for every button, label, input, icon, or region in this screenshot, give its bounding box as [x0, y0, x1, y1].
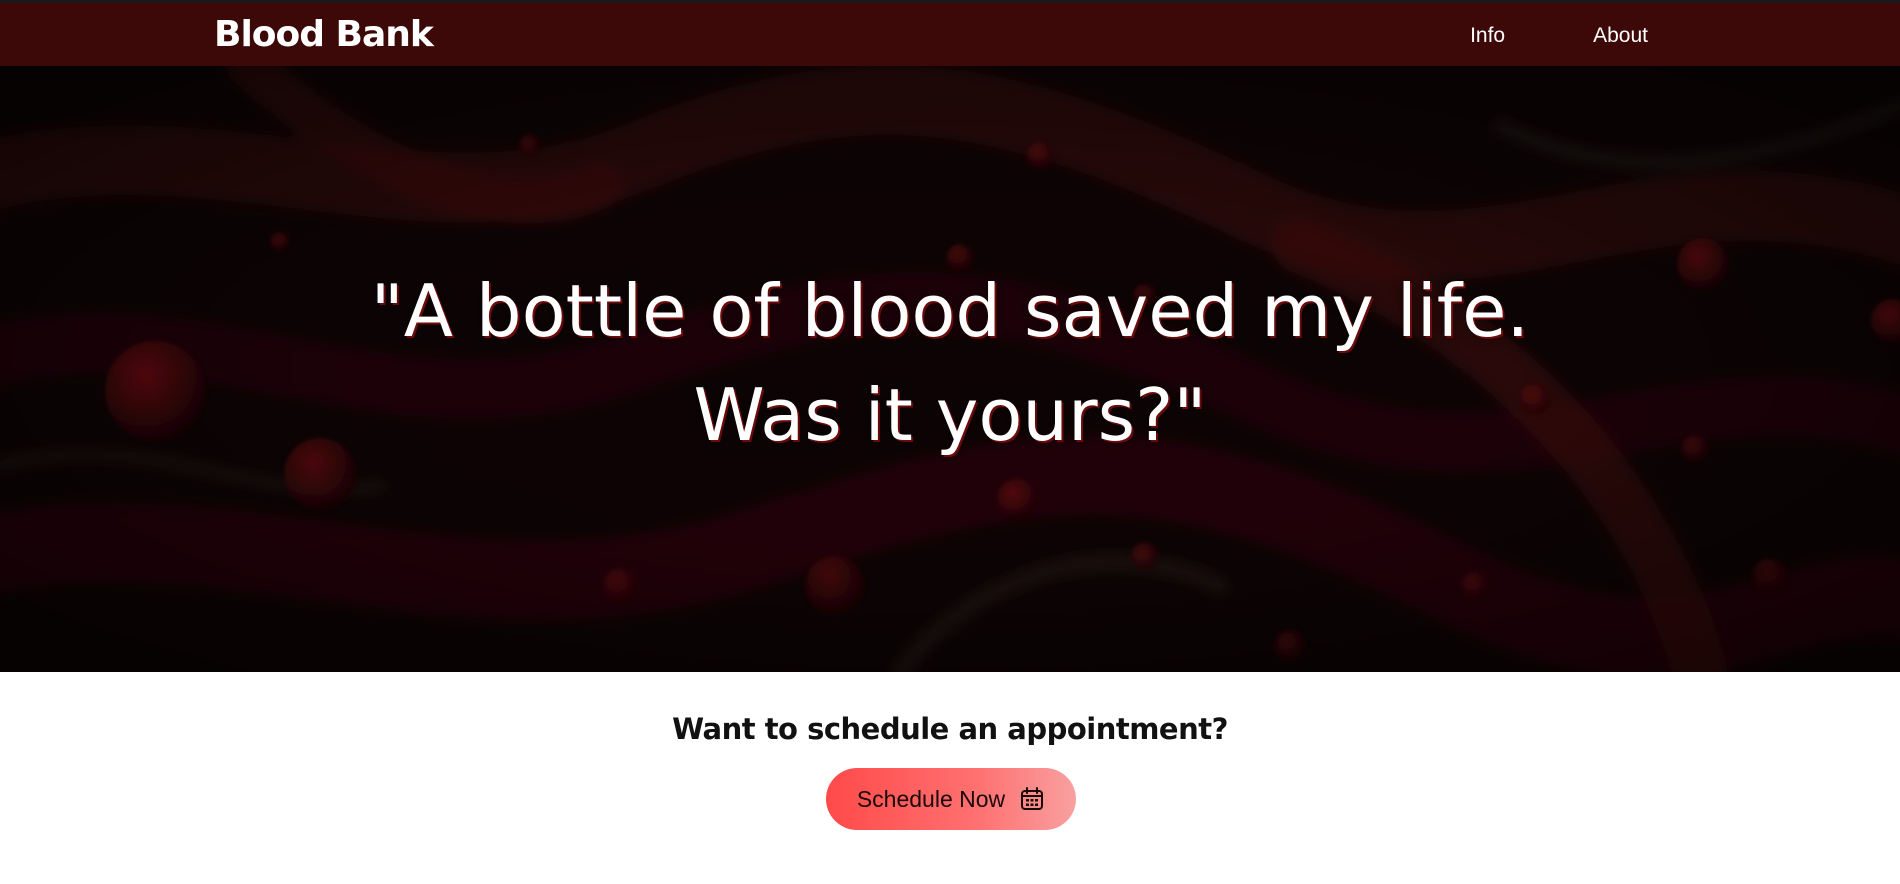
hero-quote-line-1: "A bottle of blood saved my life.	[370, 269, 1530, 353]
hero-banner: "A bottle of blood saved my life. Was it…	[0, 66, 1900, 672]
appointment-section: Want to schedule an appointment? Schedul…	[0, 672, 1900, 884]
schedule-now-label: Schedule Now	[856, 785, 1006, 812]
schedule-now-button[interactable]: Schedule Now	[826, 768, 1076, 830]
brand-logo[interactable]: Blood Bank	[214, 13, 434, 57]
navbar: Blood Bank Info About	[0, 0, 1900, 66]
hero-quote-line-2: Was it yours?"	[693, 373, 1207, 457]
hero-quote: "A bottle of blood saved my life. Was it…	[0, 259, 1900, 467]
nav-links: Info About	[1470, 3, 1648, 69]
appointment-heading: Want to schedule an appointment?	[672, 712, 1228, 746]
calendar-icon	[1019, 786, 1045, 812]
nav-link-info[interactable]: Info	[1470, 24, 1505, 48]
nav-link-about[interactable]: About	[1593, 24, 1648, 48]
